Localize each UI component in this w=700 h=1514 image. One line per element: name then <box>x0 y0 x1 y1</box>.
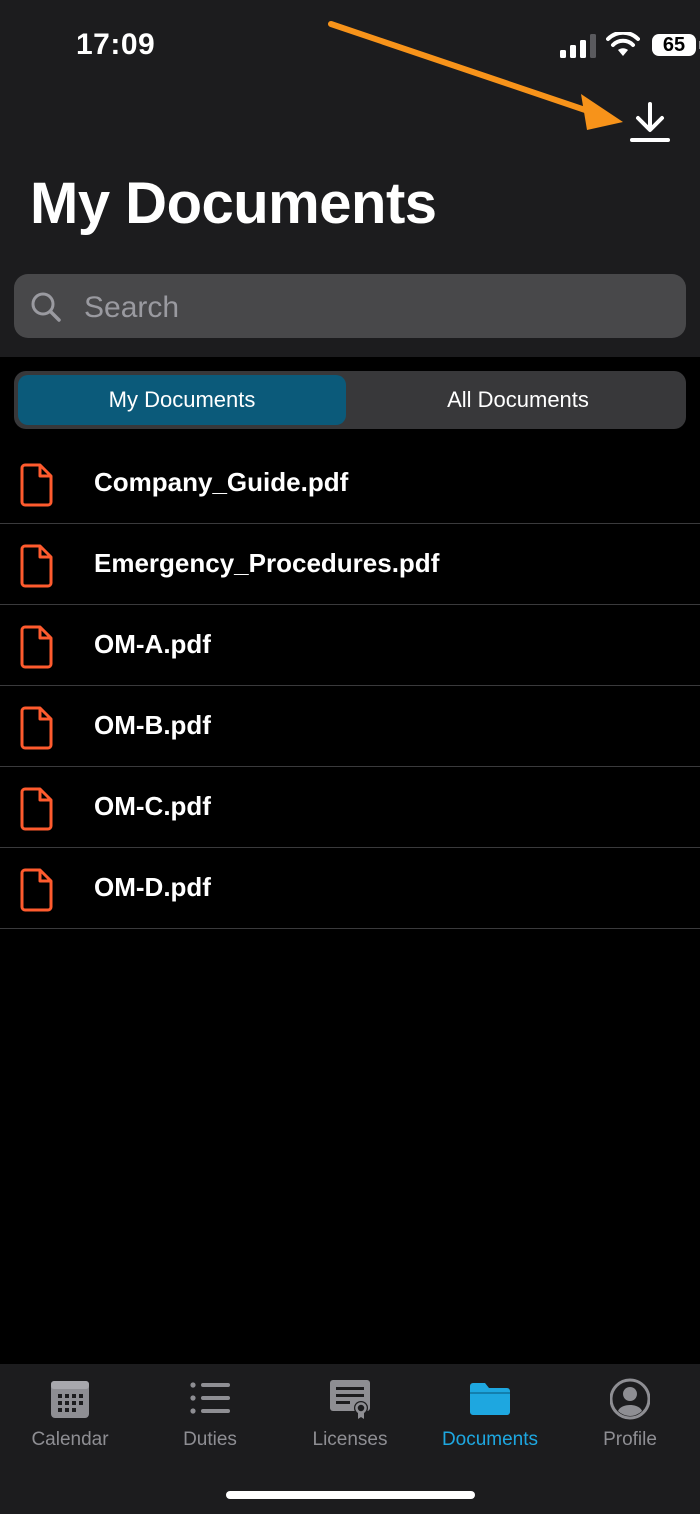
home-indicator <box>226 1491 475 1499</box>
tab-documents[interactable]: Documents <box>420 1364 560 1464</box>
battery-indicator: 65 <box>652 34 700 56</box>
segment-all-documents[interactable]: All Documents <box>354 375 682 425</box>
list-icon <box>190 1382 230 1414</box>
person-icon <box>610 1378 650 1420</box>
header: 17:09 65 My Documents Search <box>0 0 700 357</box>
search-placeholder: Search <box>84 291 180 324</box>
tab-label: Duties <box>183 1429 237 1450</box>
page-title: My Documents <box>30 171 437 236</box>
document-icon <box>20 544 53 588</box>
document-name: OM-B.pdf <box>94 710 211 740</box>
document-row[interactable]: OM-C.pdf <box>0 767 700 848</box>
document-list: Company_Guide.pdf Emergency_Procedures.p… <box>0 443 700 929</box>
download-icon[interactable] <box>627 100 673 146</box>
document-icon <box>20 625 53 669</box>
tab-label: Calendar <box>31 1429 109 1450</box>
segment-my-documents[interactable]: My Documents <box>18 375 346 425</box>
document-row[interactable]: Emergency_Procedures.pdf <box>0 524 700 605</box>
document-icon <box>20 787 53 831</box>
document-name: Emergency_Procedures.pdf <box>94 548 440 578</box>
document-scope-segmented-control: My Documents All Documents <box>14 371 686 429</box>
tab-duties[interactable]: Duties <box>140 1364 280 1464</box>
annotation-arrow-icon <box>328 21 623 130</box>
folder-icon <box>470 1383 510 1415</box>
search-input[interactable]: Search <box>14 274 686 338</box>
document-name: OM-D.pdf <box>94 872 211 902</box>
search-icon <box>31 292 61 322</box>
tab-calendar[interactable]: Calendar <box>0 1364 140 1464</box>
document-name: OM-A.pdf <box>94 629 211 659</box>
document-row[interactable]: Company_Guide.pdf <box>0 443 700 524</box>
tab-label: Documents <box>441 1429 539 1450</box>
certificate-icon <box>330 1380 370 1419</box>
tab-label: Profile <box>603 1429 657 1450</box>
document-icon <box>20 706 53 750</box>
document-icon <box>20 463 53 507</box>
tab-label: Licenses <box>312 1429 388 1450</box>
calendar-icon <box>51 1381 89 1418</box>
status-time: 17:09 <box>76 28 156 61</box>
document-icon <box>20 868 53 912</box>
document-name: Company_Guide.pdf <box>94 467 349 497</box>
document-row[interactable]: OM-D.pdf <box>0 848 700 929</box>
document-name: OM-C.pdf <box>94 791 211 821</box>
document-row[interactable]: OM-B.pdf <box>0 686 700 767</box>
tab-licenses[interactable]: Licenses <box>280 1364 420 1464</box>
tab-profile[interactable]: Profile <box>560 1364 700 1464</box>
document-row[interactable]: OM-A.pdf <box>0 605 700 686</box>
